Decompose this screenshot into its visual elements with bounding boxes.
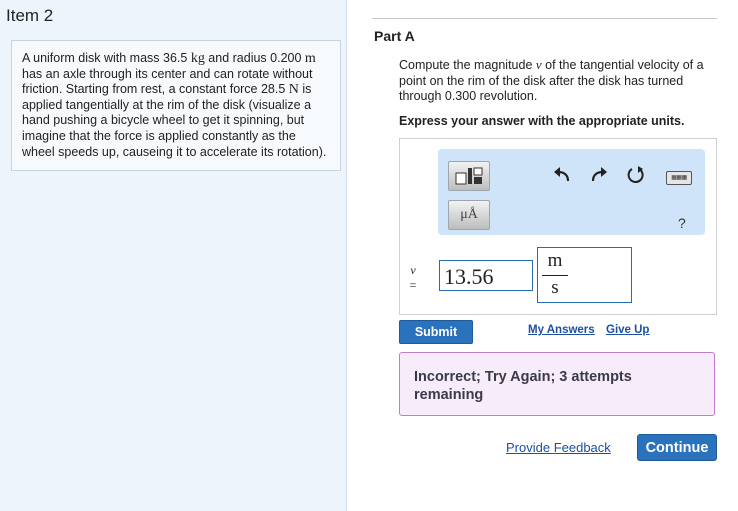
fraction-bar <box>542 275 568 276</box>
question-text-1: Compute the magnitude <box>399 58 536 72</box>
divider <box>372 18 717 19</box>
provide-feedback-link[interactable]: Provide Feedback <box>506 440 611 455</box>
templates-button[interactable] <box>448 161 490 191</box>
units-label: μÅ <box>460 207 478 222</box>
submit-button[interactable]: Submit <box>399 320 473 344</box>
answer-instruction: Express your answer with the appropriate… <box>399 114 685 128</box>
give-up-link[interactable]: Give Up <box>606 324 649 336</box>
unit-numerator: m <box>547 250 563 271</box>
problem-text-1: A uniform disk with mass 36.5 <box>22 51 191 65</box>
problem-text-2: and radius 0.200 <box>204 51 305 65</box>
answer-box: μÅ ▦▦▦ ? v = 13.56 m s <box>399 138 717 315</box>
answer-value-input[interactable]: 13.56 <box>439 260 533 291</box>
unit-N: N <box>288 82 299 98</box>
answer-variable-symbol: v <box>410 263 416 277</box>
reset-icon[interactable] <box>626 165 646 190</box>
feedback-message: Incorrect; Try Again; 3 attempts remaini… <box>414 369 632 403</box>
help-button[interactable]: ? <box>678 215 686 231</box>
undo-icon[interactable] <box>552 167 572 188</box>
unit-m: m <box>304 51 316 66</box>
answer-equals: = <box>409 278 417 292</box>
problem-pane: Item 2 A uniform disk with mass 36.5 kg … <box>0 0 347 511</box>
templates-icon <box>455 167 483 185</box>
item-title: Item 2 <box>6 6 54 25</box>
math-toolbar: μÅ ▦▦▦ ? <box>438 149 705 235</box>
units-button[interactable]: μÅ <box>448 200 490 230</box>
keyboard-icon[interactable]: ▦▦▦ <box>666 171 692 185</box>
answer-pane: Part A Compute the magnitude v of the ta… <box>347 0 738 511</box>
question-text: Compute the magnitude v of the tangentia… <box>399 57 717 105</box>
feedback-panel: Incorrect; Try Again; 3 attempts remaini… <box>399 352 715 416</box>
my-answers-link[interactable]: My Answers <box>528 324 595 336</box>
redo-icon[interactable] <box>589 167 609 188</box>
unit-kg: kg <box>190 51 205 66</box>
answer-variable: v = <box>408 263 418 293</box>
continue-button[interactable]: Continue <box>637 434 717 461</box>
problem-text-3: has an axle through its center and can r… <box>22 66 313 97</box>
answer-unit-input[interactable]: m s <box>537 247 632 303</box>
problem-statement: A uniform disk with mass 36.5 kg and rad… <box>11 40 341 172</box>
unit-denominator: s <box>551 277 559 298</box>
part-title: Part A <box>374 28 415 44</box>
